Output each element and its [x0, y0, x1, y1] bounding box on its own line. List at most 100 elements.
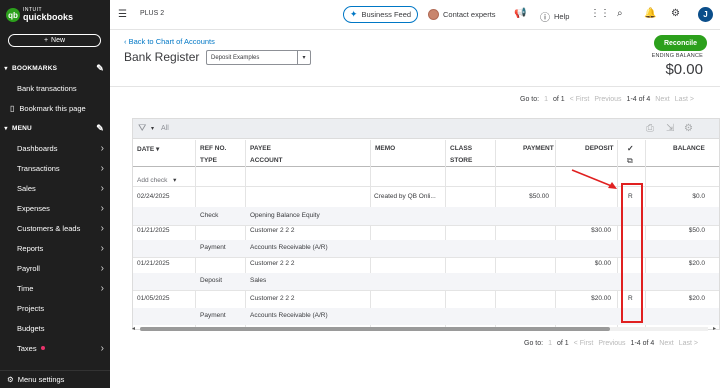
- new-button[interactable]: + New: [8, 34, 101, 47]
- row-date: 01/21/2025: [137, 260, 170, 267]
- search-icon[interactable]: ⌕: [617, 8, 623, 19]
- sidebar-item-payroll[interactable]: Payroll ›: [0, 258, 110, 278]
- bookmarks-header-label: BOOKMARKS: [12, 64, 58, 72]
- sidebar-item-time[interactable]: Time ›: [0, 278, 110, 298]
- column-header-payee: PAYEE: [250, 145, 271, 152]
- row-account: Opening Balance Equity: [250, 212, 320, 219]
- chevron-right-icon: ›: [100, 202, 104, 214]
- last-page-link[interactable]: Last >: [679, 340, 698, 347]
- column-header-reconcile-status: ✓: [627, 144, 634, 153]
- menu-settings[interactable]: ⚙ Menu settings: [0, 370, 110, 388]
- sidebar-item-label: Time: [17, 283, 34, 293]
- column-header-deposit: DEPOSIT: [585, 145, 614, 152]
- menu-section-header[interactable]: ▾ MENU ✎: [0, 120, 110, 136]
- print-icon[interactable]: ⎙: [646, 123, 654, 134]
- add-check-dropdown[interactable]: Add check ▾: [137, 176, 176, 184]
- back-to-chart-of-accounts-link[interactable]: ‹ Back to Chart of Accounts: [124, 37, 215, 46]
- ending-balance-label: ENDING BALANCE: [651, 53, 703, 59]
- goto-page-input[interactable]: 1: [544, 96, 548, 103]
- account-select[interactable]: Deposit Examples ▾: [206, 50, 311, 65]
- chevron-right-icon: ›: [100, 282, 104, 294]
- sidebar-item-label: Bank transactions: [17, 83, 77, 93]
- bookmarks-section-header[interactable]: ▾ BOOKMARKS ✎: [0, 60, 110, 76]
- filter-dropdown-icon[interactable]: ▾: [151, 125, 154, 132]
- first-page-link[interactable]: < First: [574, 340, 594, 347]
- goto-label: Go to:: [524, 340, 544, 347]
- table-settings-icon[interactable]: ⚙: [684, 123, 693, 134]
- sidebar-item-bookmark-this-page[interactable]: ▯ Bookmark this page: [0, 98, 110, 118]
- filter-icon[interactable]: ⛛: [138, 123, 146, 134]
- sidebar-item-label: Payroll: [17, 263, 40, 273]
- first-page-link[interactable]: < First: [570, 96, 590, 103]
- row-account: Accounts Receivable (A/R): [250, 244, 328, 251]
- goto-page-input[interactable]: 1: [548, 340, 552, 347]
- column-header-account: ACCOUNT: [250, 157, 283, 164]
- column-header-memo: MEMO: [375, 145, 396, 152]
- row-balance: $20.0: [688, 260, 705, 267]
- last-page-link[interactable]: Last >: [675, 96, 694, 103]
- previous-page-link[interactable]: Previous: [598, 340, 625, 347]
- new-button-label: New: [51, 37, 66, 44]
- sidebar-item-reports[interactable]: Reports ›: [0, 238, 110, 258]
- bell-icon[interactable]: 🔔: [644, 8, 656, 19]
- plan-label: PLUS 2: [140, 10, 165, 17]
- sidebar-item-customers-leads[interactable]: Customers & leads ›: [0, 218, 110, 238]
- next-page-link[interactable]: Next: [655, 96, 669, 103]
- row-type: Check: [200, 212, 219, 219]
- export-icon[interactable]: ⇲: [666, 123, 674, 134]
- plus-icon: +: [43, 37, 49, 44]
- row-type: Payment: [200, 244, 226, 251]
- settings-gear-icon[interactable]: ⚙: [671, 8, 680, 19]
- logo-brand-text: quickbooks: [23, 12, 74, 22]
- chevron-right-icon: ›: [100, 262, 104, 274]
- sidebar-item-label: Projects: [17, 303, 45, 313]
- sidebar-item-transactions[interactable]: Transactions ›: [0, 158, 110, 178]
- row-balance: $0.0: [692, 193, 705, 200]
- sidebar-item-dashboards[interactable]: Dashboards ›: [0, 138, 110, 158]
- edit-menu-icon[interactable]: ✎: [96, 123, 104, 134]
- gear-icon: ⚙: [7, 375, 14, 384]
- megaphone-icon[interactable]: 📢: [514, 8, 526, 19]
- next-page-link[interactable]: Next: [659, 340, 673, 347]
- sidebar-item-expenses[interactable]: Expenses ›: [0, 198, 110, 218]
- quickbooks-logo-icon: qb: [6, 8, 20, 22]
- column-header-date[interactable]: DATE ▾: [137, 145, 159, 153]
- menu-settings-label: Menu settings: [17, 375, 65, 384]
- row-payee: Customer 2 2 2: [250, 295, 295, 302]
- sparkle-icon: ✦: [349, 9, 358, 19]
- sidebar-item-taxes[interactable]: Taxes ›: [0, 338, 110, 358]
- previous-page-link[interactable]: Previous: [594, 96, 621, 103]
- sidebar-item-label: Transactions: [17, 163, 60, 173]
- filter-bar: ⛛ ▾ All ⎙ ⇲ ⚙: [133, 119, 719, 139]
- sidebar-item-projects[interactable]: Projects: [0, 298, 110, 318]
- horizontal-scrollbar[interactable]: ◂ ▸: [132, 326, 720, 332]
- sidebar-item-sales[interactable]: Sales ›: [0, 178, 110, 198]
- sidebar-item-bank-transactions[interactable]: Bank transactions: [0, 78, 110, 98]
- page-of-label: of 1: [556, 340, 569, 347]
- scrollbar-thumb[interactable]: [140, 327, 610, 331]
- edit-bookmarks-icon[interactable]: ✎: [96, 63, 104, 74]
- copy-icon[interactable]: ⧉: [627, 156, 633, 166]
- notification-dot: [40, 346, 45, 350]
- sidebar-item-label: Customers & leads: [17, 223, 81, 233]
- column-header-store: STORE: [450, 157, 473, 164]
- reconcile-button[interactable]: Reconcile: [654, 35, 707, 51]
- chevron-right-icon: ›: [100, 222, 104, 234]
- row-date: 01/05/2025: [137, 295, 170, 302]
- sidebar-item-budgets[interactable]: Budgets: [0, 318, 110, 338]
- scroll-left-icon[interactable]: ◂: [132, 325, 135, 332]
- quickbooks-logo[interactable]: qb INTUIT quickbooks: [6, 8, 73, 22]
- apps-grid-icon[interactable]: ⋮⋮: [590, 8, 610, 19]
- help-button[interactable]: ⓘ Help: [540, 9, 569, 24]
- hamburger-menu-icon[interactable]: ☰: [118, 9, 127, 20]
- sidebar-item-label: Taxes: [17, 343, 37, 353]
- scroll-right-icon[interactable]: ▸: [713, 325, 716, 332]
- goto-label: Go to:: [520, 96, 540, 103]
- contact-experts-button[interactable]: Contact experts: [428, 9, 496, 20]
- row-date: 01/21/2025: [137, 227, 170, 234]
- user-avatar[interactable]: J: [698, 7, 713, 22]
- business-feed-button[interactable]: ✦ Business Feed: [343, 6, 418, 23]
- chevron-right-icon: ›: [100, 242, 104, 254]
- row-payee: Customer 2 2 2: [250, 227, 295, 234]
- annotation-arrow-icon: [571, 169, 617, 189]
